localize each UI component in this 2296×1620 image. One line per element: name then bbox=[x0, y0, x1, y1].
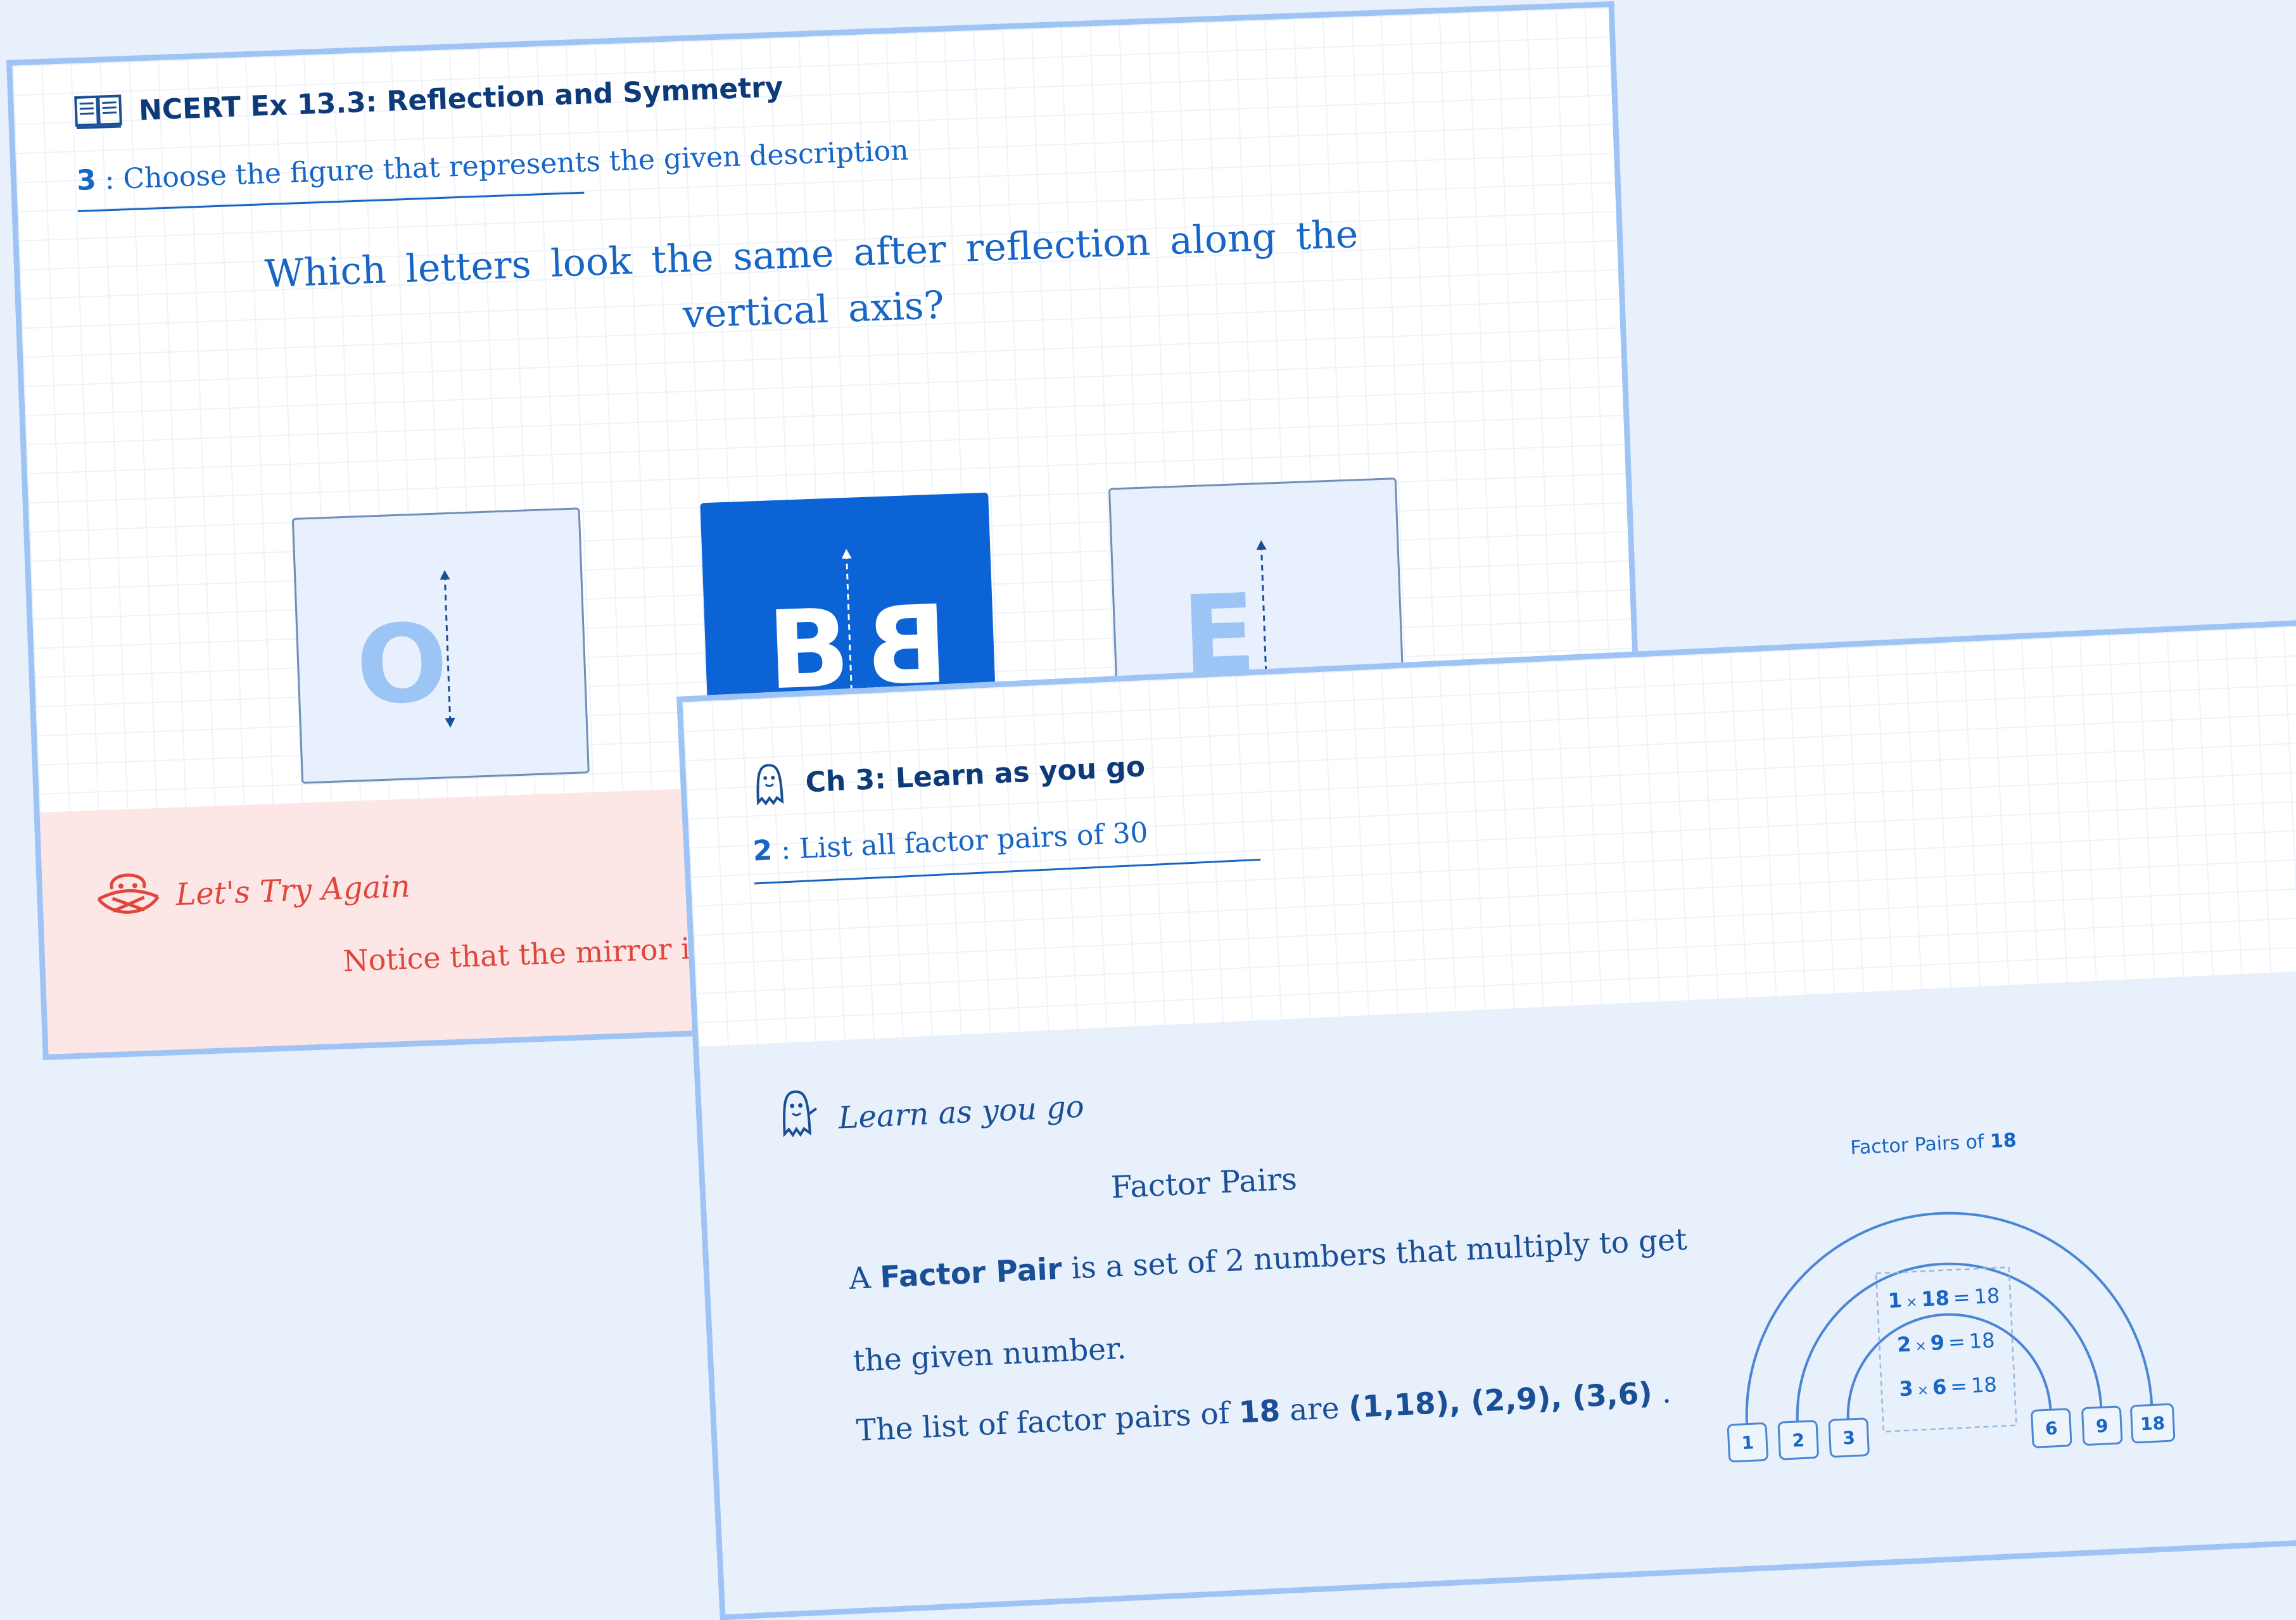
ghost-mascot-icon bbox=[783, 1090, 818, 1137]
question-underline bbox=[77, 191, 585, 213]
card-a-question-line: 3 : Choose the figure that represents th… bbox=[76, 134, 909, 197]
svg-text:3: 3 bbox=[1843, 1427, 1856, 1449]
equation-1: 1 × 18 = 18 bbox=[1887, 1284, 2000, 1313]
svg-text:9: 9 bbox=[2095, 1415, 2109, 1437]
card-b-header: Ch 3: Learn as you go bbox=[749, 744, 1146, 807]
card-b-question-line: 2 : List all factor pairs of 30 bbox=[752, 816, 1148, 867]
learn-card: Ch 3: Learn as you go 2 : List all facto… bbox=[676, 617, 2296, 1620]
question-instruction: List all factor pairs of 30 bbox=[798, 816, 1149, 866]
vertical-axis-arrow-icon bbox=[440, 570, 455, 728]
factor-box-2: 2 bbox=[1777, 1420, 1819, 1460]
factor-box-1: 1 bbox=[1727, 1422, 1768, 1463]
svg-text:2: 2 bbox=[1792, 1429, 1805, 1451]
question-text: Which letters look the same after reflec… bbox=[263, 212, 1359, 338]
factor-box-6: 6 bbox=[2031, 1408, 2072, 1448]
definition-prefix: A bbox=[848, 1260, 881, 1297]
factor-box-9: 9 bbox=[2081, 1405, 2123, 1446]
try-again-icon bbox=[97, 873, 160, 914]
factor-box-3: 3 bbox=[1828, 1417, 1870, 1458]
arc-pair-3-6 bbox=[1846, 1313, 2052, 1421]
factor-pairs-diagram: Factor Pairs of 18 1 × 18 = 18 2 × 9 = 18 3 × 6 = 18… bbox=[1727, 1129, 2176, 1463]
svg-text:6: 6 bbox=[2045, 1418, 2058, 1440]
question-number: 3 bbox=[76, 163, 97, 198]
card-a-header: NCERT Ex 13.3: Reflection and Symmetry bbox=[73, 69, 783, 130]
svg-text:1: 1 bbox=[1741, 1432, 1754, 1453]
list-verb: are bbox=[1279, 1390, 1350, 1429]
list-end: . bbox=[1651, 1375, 1672, 1411]
question-number: 2 bbox=[752, 834, 773, 868]
svg-text:18: 18 bbox=[2140, 1413, 2165, 1435]
book-icon bbox=[74, 94, 122, 130]
factor-box-18: 18 bbox=[2130, 1403, 2176, 1444]
equation-3: 3 × 6 = 18 bbox=[1898, 1372, 1997, 1401]
question-separator: : bbox=[95, 163, 124, 196]
option-card-o[interactable]: O bbox=[291, 507, 590, 784]
diagram-title: Factor Pairs of 18 bbox=[1850, 1129, 2017, 1159]
card-b-title: Ch 3: Learn as you go bbox=[804, 750, 1146, 799]
list-number: 18 bbox=[1238, 1393, 1281, 1431]
question-separator: : bbox=[771, 833, 801, 867]
question-instruction: Choose the figure that represents the gi… bbox=[122, 134, 910, 196]
card-a-title: NCERT Ex 13.3: Reflection and Symmetry bbox=[138, 70, 784, 127]
ghost-mascot-icon bbox=[756, 764, 784, 806]
equation-2: 2 × 9 = 18 bbox=[1896, 1328, 1995, 1357]
